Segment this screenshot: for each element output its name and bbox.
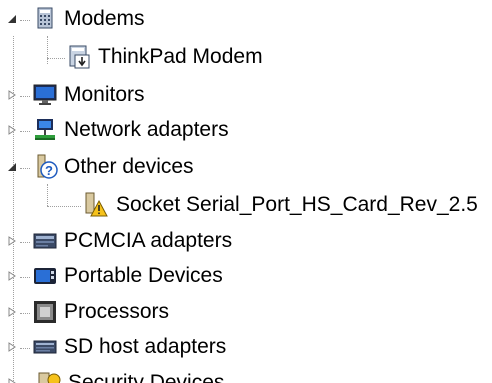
tree-connector xyxy=(20,348,30,349)
tree-item-label: Other devices xyxy=(64,155,194,178)
expand-arrow-icon[interactable] xyxy=(6,89,18,101)
tree-connector xyxy=(20,277,30,278)
tree-item-label: Network adapters xyxy=(64,118,229,141)
portable-device-icon xyxy=(32,263,58,289)
tree-item-network-adapters[interactable]: Network adapters xyxy=(0,113,492,149)
tree-connector xyxy=(20,96,30,97)
tree-item-sd-host-adapters[interactable]: SD host adapters xyxy=(0,330,492,366)
expand-arrow-icon[interactable] xyxy=(6,377,18,383)
tree-connector xyxy=(20,313,30,314)
network-adapter-icon xyxy=(32,117,58,143)
tree-item-label: Portable Devices xyxy=(64,264,223,287)
tree-item-label: Security Devices xyxy=(68,371,225,383)
device-tree: Modems ThinkPad Modem Monitors Network a… xyxy=(0,0,492,383)
tree-item-portable-devices[interactable]: Portable Devices xyxy=(0,259,492,295)
tree-connector xyxy=(47,206,81,207)
sd-host-icon xyxy=(32,334,58,360)
tree-item-label: Monitors xyxy=(64,83,145,106)
tree-connector xyxy=(20,20,30,21)
collapse-arrow-icon[interactable] xyxy=(6,13,18,25)
monitor-icon xyxy=(32,82,58,108)
expand-arrow-icon[interactable] xyxy=(6,306,18,318)
tree-item-security-devices[interactable]: Security Devices xyxy=(0,366,492,383)
tree-item-label: ThinkPad Modem xyxy=(98,45,263,68)
modem-icon xyxy=(32,6,58,32)
expand-arrow-icon[interactable] xyxy=(6,341,18,353)
collapse-arrow-icon[interactable] xyxy=(6,161,18,173)
tree-item-label: Socket Serial_Port_HS_Card_Rev_2.5 xyxy=(116,193,478,216)
processor-icon xyxy=(32,299,58,325)
expand-arrow-icon[interactable] xyxy=(6,235,18,247)
tree-item-label: Processors xyxy=(64,300,170,323)
expand-arrow-icon[interactable] xyxy=(6,124,18,136)
tree-item-pcmcia-adapters[interactable]: PCMCIA adapters xyxy=(0,224,492,260)
expand-arrow-icon[interactable] xyxy=(6,270,18,282)
tree-item-other-devices[interactable]: ? Other devices xyxy=(0,150,492,186)
pcmcia-icon xyxy=(32,228,58,254)
tree-item-thinkpad-modem[interactable]: ThinkPad Modem xyxy=(0,40,492,76)
tree-item-label: SD host adapters xyxy=(64,335,227,358)
tree-item-monitors[interactable]: Monitors xyxy=(0,78,492,114)
tree-item-label: Modems xyxy=(64,7,145,30)
tree-item-processors[interactable]: Processors xyxy=(0,295,492,331)
tree-connector xyxy=(20,242,30,243)
tree-connector xyxy=(47,58,65,59)
tree-item-socket-serial-port[interactable]: Socket Serial_Port_HS_Card_Rev_2.5 xyxy=(0,188,492,224)
warning-device-icon xyxy=(82,192,108,218)
modem-device-icon xyxy=(66,44,92,70)
unknown-device-icon: ? xyxy=(32,154,58,180)
tree-connector xyxy=(20,168,30,169)
svg-text:?: ? xyxy=(45,163,53,178)
tree-connector xyxy=(20,131,30,132)
tree-item-label: PCMCIA adapters xyxy=(64,229,233,252)
tree-item-modems[interactable]: Modems xyxy=(0,2,492,38)
security-device-icon xyxy=(36,370,62,383)
